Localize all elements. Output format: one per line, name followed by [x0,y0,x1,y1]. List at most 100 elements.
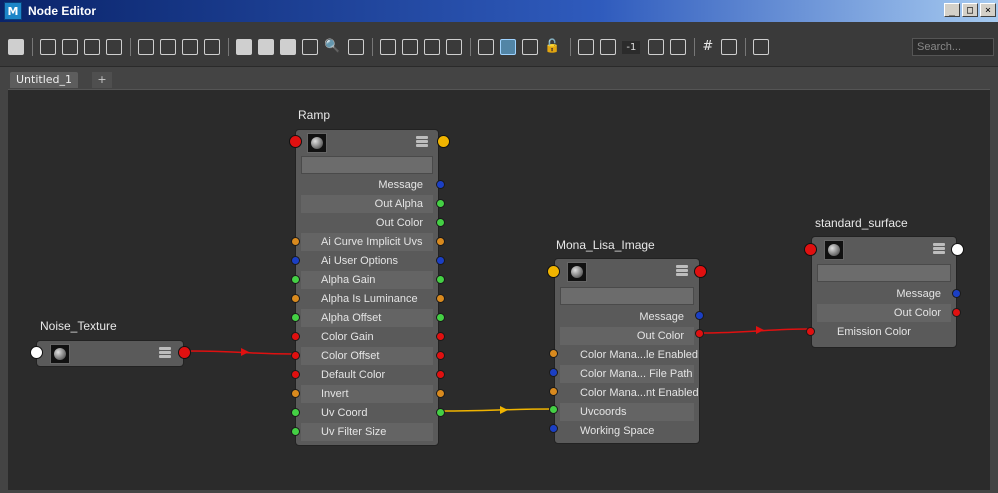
output-attr-row[interactable]: Out Alpha [301,195,433,213]
attribute-filter-icon[interactable] [348,39,365,55]
port-in[interactable] [291,294,300,303]
node-ramp[interactable]: Message Out Alpha Out Color Ai Curve Imp… [295,129,439,446]
port-in-emission-color[interactable] [806,327,815,336]
node-graph-canvas[interactable]: Ramp Message Out Alpha Out Color Ai Curv… [8,89,990,490]
attr-row[interactable]: Alpha Offset [301,309,433,327]
node-noise-texture[interactable] [36,340,184,367]
input-connections-icon[interactable] [62,39,78,55]
search-icon[interactable]: 🔍 [324,39,340,55]
attr-row[interactable]: Color Mana... File Path [560,365,694,383]
minimize-button[interactable]: _ [944,3,960,17]
mona-output-port[interactable] [694,265,707,278]
node-standard-surface[interactable]: Message Out Color Emission Color [811,236,957,348]
grid-icon[interactable]: # [702,39,713,55]
port-in[interactable] [291,256,300,265]
attr-row[interactable]: Color Mana...nt Enabled [560,384,699,402]
attr-row[interactable]: Uvcoords [560,403,694,421]
add-tab-button[interactable]: + [92,72,112,88]
port-out[interactable] [436,275,445,284]
simple-mode-icon[interactable] [236,39,252,55]
output-attr-row[interactable]: Message [817,285,951,303]
depth-expand-icon[interactable] [648,39,665,55]
stack-icon[interactable] [159,347,171,359]
frame-graph-icon[interactable] [522,39,539,55]
port-message-out[interactable] [695,311,704,320]
port-out-alpha[interactable] [436,199,445,208]
port-out-uv-coord[interactable] [436,408,445,417]
port-in[interactable] [549,424,558,433]
connected-mode-icon[interactable] [258,39,274,55]
dots-expand-icon[interactable] [600,39,617,55]
attr-row[interactable]: Emission Color [817,323,951,341]
stack-icon[interactable] [416,136,428,148]
dots-icon[interactable] [578,39,595,55]
port-out-color[interactable] [695,329,704,338]
pin-icon[interactable] [380,39,397,55]
attr-row[interactable]: Ai Curve Implicit Uvs [301,233,433,251]
noise-output-port[interactable] [178,346,191,359]
wire-mona-to-surface[interactable] [701,328,809,334]
port-out[interactable] [436,313,445,322]
port-in-color-offset[interactable] [291,351,300,360]
noise-input-port[interactable] [30,346,43,359]
tab-untitled-1[interactable]: Untitled_1 [10,72,79,88]
stack-icon[interactable] [676,265,688,277]
add-selected-icon[interactable] [160,39,176,55]
port-out-color[interactable] [952,308,961,317]
attr-row[interactable]: Uv Coord [301,404,433,422]
port-in[interactable] [291,275,300,284]
mona-input-port[interactable] [547,265,560,278]
port-in[interactable] [291,408,300,417]
maximize-button[interactable]: □ [962,3,978,17]
frame-selected-icon[interactable] [500,39,517,55]
output-attr-row[interactable]: Out Color [301,214,433,232]
node-name-field[interactable] [560,287,694,305]
attr-row[interactable]: Color Mana...le Enabled [560,346,698,364]
attr-row[interactable]: Alpha Gain [301,271,433,289]
rearrange-graph-icon[interactable] [204,39,220,55]
infinite-depth-icon[interactable] [670,39,687,55]
unpin-icon[interactable] [424,39,441,55]
node-name-field[interactable] [817,264,951,282]
output-attr-row[interactable]: Message [560,308,694,326]
output-attr-row[interactable]: Message [301,176,433,194]
port-in[interactable] [291,370,300,379]
search-input[interactable]: Search... [912,38,994,56]
play-icon[interactable] [446,39,463,55]
output-attr-row[interactable]: Out Color [560,327,694,345]
node-name-field[interactable] [301,156,433,174]
node-mona-lisa-image[interactable]: Message Out Color Color Mana...le Enable… [554,258,700,444]
port-message-out[interactable] [952,289,961,298]
attr-row[interactable]: Color Offset [301,347,433,365]
surface-output-port[interactable] [951,243,964,256]
output-attr-row[interactable]: Out Color [817,304,951,322]
attr-row[interactable]: Uv Filter Size [301,423,433,441]
traversal-depth-field[interactable]: -1 [622,40,641,54]
port-out[interactable] [436,294,445,303]
port-in[interactable] [291,389,300,398]
frame-all-icon[interactable] [478,39,495,55]
port-in[interactable] [291,427,300,436]
port-out[interactable] [436,237,445,246]
stack-icon[interactable] [933,243,945,255]
input-output-connections-icon[interactable] [84,39,100,55]
port-out[interactable] [436,256,445,265]
custom-mode-icon[interactable] [302,39,318,55]
port-in[interactable] [291,332,300,341]
add-node-icon[interactable] [8,39,24,55]
ramp-output-port[interactable] [437,135,450,148]
swap-connections-icon[interactable] [40,39,56,55]
port-out[interactable] [436,351,445,360]
remove-selected-icon[interactable] [182,39,198,55]
port-in[interactable] [549,349,558,358]
wire-ramp-to-mona[interactable] [441,408,554,412]
port-out-color[interactable] [436,218,445,227]
attr-row[interactable]: Alpha Is Luminance [301,290,433,308]
output-connections-icon[interactable] [106,39,122,55]
port-out[interactable] [436,389,445,398]
pin-selected-icon[interactable] [402,39,419,55]
ramp-input-port[interactable] [289,135,302,148]
attr-row[interactable]: Invert [301,385,433,403]
isolate-icon[interactable] [753,39,770,55]
attr-row[interactable]: Ai User Options [301,252,433,270]
